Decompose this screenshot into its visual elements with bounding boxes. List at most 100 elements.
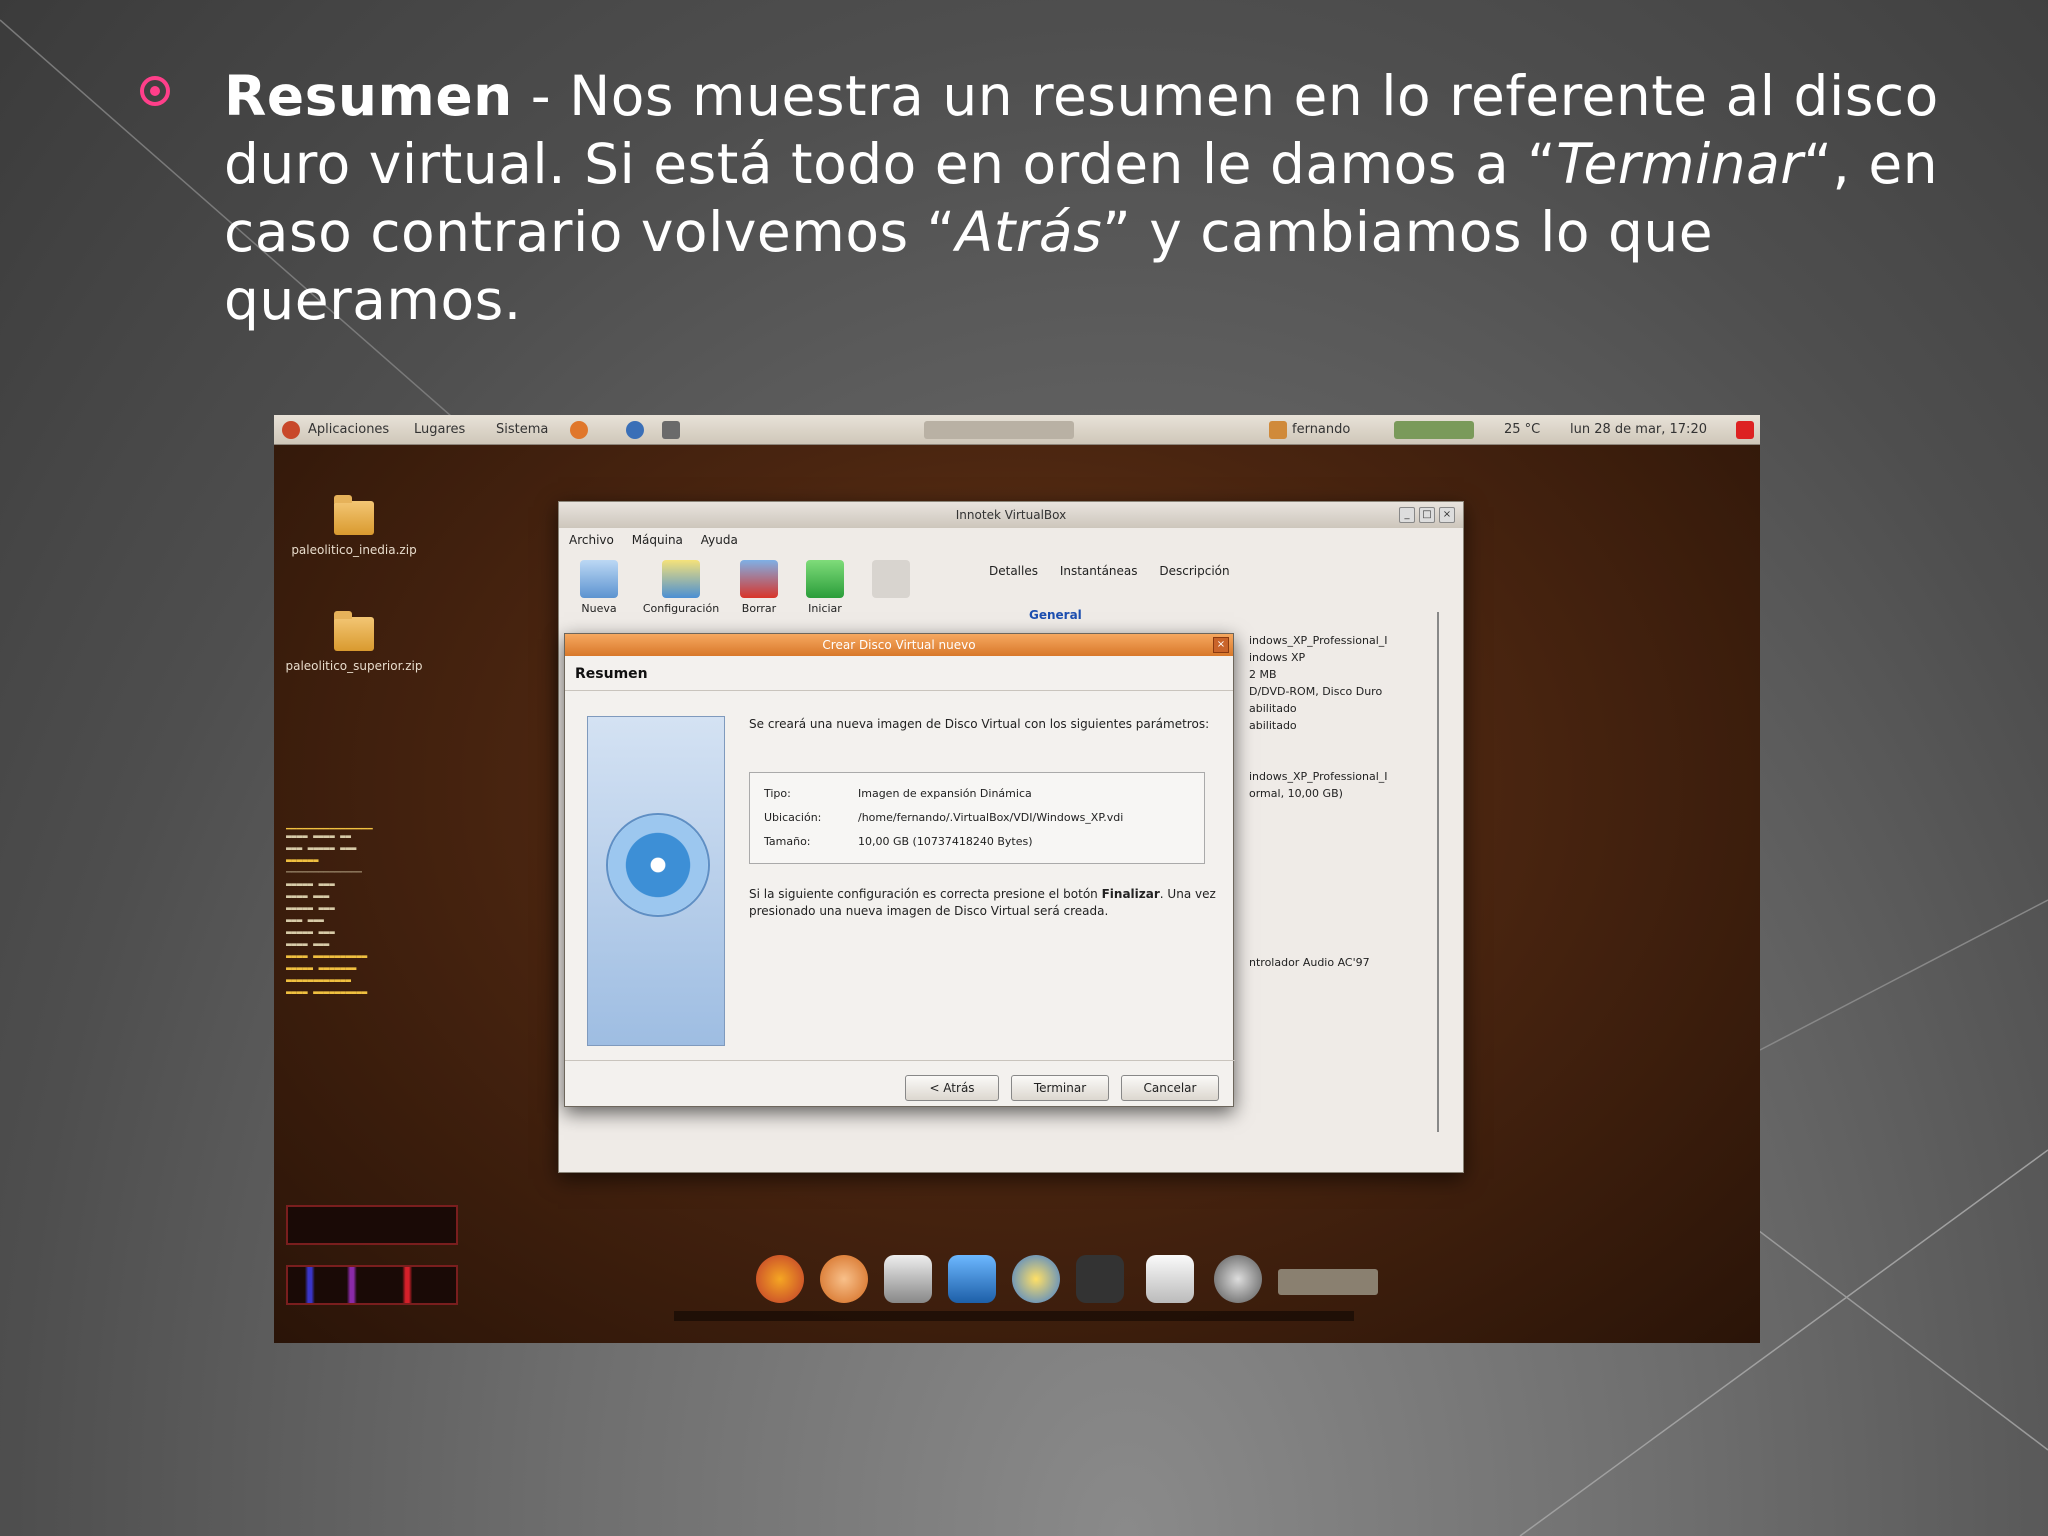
- conky-line: ▬▬▬▬ ▬▬▬: [286, 892, 330, 902]
- archive-icon: [334, 611, 374, 651]
- menu-archivo[interactable]: Archivo: [569, 533, 614, 547]
- conky-line: ▬▬▬ ▬▬▬▬▬ ▬▬▬: [286, 844, 357, 854]
- network-graph: [286, 1265, 458, 1305]
- archive-icon: [334, 495, 374, 535]
- conky-line: ▬▬▬▬ ▬▬▬▬▬▬▬▬▬▬: [286, 988, 368, 998]
- summary-label-tipo: Tipo:: [764, 787, 791, 800]
- dock-shelf: [674, 1311, 1354, 1321]
- panel-menu-lugares[interactable]: Lugares: [414, 422, 465, 437]
- menu-ayuda[interactable]: Ayuda: [701, 533, 738, 547]
- desktop-icon-zip-1[interactable]: paleolitico_inedia.zip: [284, 495, 424, 557]
- virtualbox-icon[interactable]: [948, 1255, 996, 1303]
- taskbar-thumbnail[interactable]: [1278, 1269, 1378, 1295]
- conky-line: ▬▬▬▬ ▬▬▬: [286, 940, 330, 950]
- conky-line: ▬▬▬▬ ▬▬▬▬▬▬▬▬▬▬: [286, 952, 368, 962]
- toolbar-borrar-button[interactable]: Borrar: [729, 560, 789, 615]
- detail-row: 2 MB: [1249, 668, 1277, 681]
- wizard-intro: Se creará una nueva imagen de Disco Virt…: [749, 717, 1210, 731]
- terminal-launcher-icon[interactable]: [662, 421, 680, 439]
- summary-value-tipo: Imagen de expansión Dinámica: [858, 787, 1032, 800]
- tray-icons[interactable]: [1394, 421, 1474, 439]
- tab-instantaneas[interactable]: Instantáneas: [1060, 564, 1138, 578]
- files-icon[interactable]: [884, 1255, 932, 1303]
- window-list[interactable]: [924, 421, 1074, 439]
- top-panel: Aplicaciones Lugares Sistema fernando 25…: [274, 415, 1760, 445]
- close-icon[interactable]: ×: [1439, 507, 1455, 523]
- virtualbox-titlebar[interactable]: Innotek VirtualBox _ □ ×: [559, 502, 1463, 528]
- conky-line: ▬▬▬▬▬▬▬▬▬▬▬▬: [286, 976, 352, 986]
- firefox-launcher-icon[interactable]: [570, 421, 588, 439]
- detail-row: abilitado: [1249, 702, 1297, 715]
- detail-row: ormal, 10,00 GB): [1249, 787, 1343, 800]
- wizard-heading: Resumen: [565, 656, 1233, 691]
- desktop-icon-label: paleolitico_superior.zip: [285, 659, 423, 673]
- menu-maquina[interactable]: Máquina: [632, 533, 683, 547]
- toolbar-iniciar-button[interactable]: Iniciar: [795, 560, 855, 615]
- hard-disk-icon: [606, 813, 710, 917]
- conky-monitor: ▁▁▁▁▁▁▁▁▁▁▁▁▁▁▁▁ ▬▬▬▬ ▬▬▬▬ ▬▬ ▬▬▬ ▬▬▬▬▬ …: [286, 820, 486, 1000]
- detail-row: ntrolador Audio AC'97: [1249, 956, 1370, 969]
- settings-icon: [662, 560, 700, 598]
- bullet-icon: [140, 76, 170, 106]
- help-launcher-icon[interactable]: [626, 421, 644, 439]
- detail-row: abilitado: [1249, 719, 1297, 732]
- summary-box: Tipo: Imagen de expansión Dinámica Ubica…: [749, 772, 1205, 864]
- camera-icon[interactable]: [1076, 1255, 1124, 1303]
- conky-line: ▁▁▁▁▁▁▁▁▁▁▁▁▁▁▁▁: [286, 820, 373, 830]
- toolbar-label: Borrar: [741, 602, 777, 615]
- detail-row: indows_XP_Professional_I: [1249, 634, 1388, 647]
- finish-button[interactable]: Terminar: [1011, 1075, 1109, 1101]
- toolbar-discard-button[interactable]: [861, 560, 921, 602]
- conky-line: ▬▬▬▬▬▬: [286, 856, 319, 866]
- tab-descripcion[interactable]: Descripción: [1159, 564, 1229, 578]
- slide-body-text: Resumen - Nos muestra un resumen en lo r…: [224, 62, 1984, 334]
- panel-menu-aplicaciones[interactable]: Aplicaciones: [308, 422, 389, 437]
- power-icon[interactable]: [1736, 421, 1754, 439]
- trash-icon[interactable]: [1214, 1255, 1262, 1303]
- toolbar-nueva-button[interactable]: Nueva: [569, 560, 629, 615]
- detail-row: indows_XP_Professional_I: [1249, 770, 1388, 783]
- create-disk-wizard: Crear Disco Virtual nuevo × Resumen Se c…: [564, 633, 1235, 1107]
- toolbar-label: Iniciar: [808, 602, 842, 615]
- panel-temperature: 25 °C: [1504, 422, 1541, 437]
- desktop-icon-label: paleolitico_inedia.zip: [291, 543, 417, 557]
- detail-row: D/DVD-ROM, Disco Duro: [1249, 685, 1383, 698]
- messenger-icon[interactable]: [1012, 1255, 1060, 1303]
- wizard-side-image: [587, 716, 725, 1046]
- maximize-icon[interactable]: □: [1419, 507, 1435, 523]
- embedded-screenshot: Aplicaciones Lugares Sistema fernando 25…: [274, 415, 1760, 1343]
- ubuntu-logo-icon: [282, 421, 300, 439]
- desktop-icon-zip-2[interactable]: paleolitico_superior.zip: [284, 611, 424, 673]
- toolbar-label: Nueva: [581, 602, 617, 615]
- discard-icon: [872, 560, 910, 598]
- cancel-button[interactable]: Cancelar: [1121, 1075, 1219, 1101]
- wizard-titlebar[interactable]: Crear Disco Virtual nuevo ×: [565, 634, 1233, 656]
- virtualbox-title: Innotek VirtualBox: [955, 508, 1067, 522]
- summary-label-tamano: Tamaño:: [764, 835, 811, 848]
- shell-icon[interactable]: [820, 1255, 868, 1303]
- toolbar-label: Configuración: [642, 602, 720, 615]
- back-button[interactable]: < Atrás: [905, 1075, 999, 1101]
- section-general[interactable]: General: [1029, 608, 1082, 622]
- panel-clock[interactable]: lun 28 de mar, 17:20: [1570, 422, 1707, 437]
- virtualbox-menubar: Archivo Máquina Ayuda: [559, 528, 1463, 552]
- toolbar-configuracion-button[interactable]: Configuración: [639, 560, 723, 615]
- conky-line: ▬▬▬ ▬▬▬: [286, 916, 324, 926]
- minimize-icon[interactable]: _: [1399, 507, 1415, 523]
- term-terminar: Terminar: [1556, 132, 1804, 196]
- panel-menu-sistema[interactable]: Sistema: [496, 422, 548, 437]
- note-bold: Finalizar: [1101, 887, 1160, 901]
- details-tabs: Detalles Instantáneas Descripción: [989, 564, 1248, 578]
- summary-value-ubicacion: /home/fernando/.VirtualBox/VDI/Windows_X…: [858, 811, 1124, 824]
- close-icon[interactable]: ×: [1213, 637, 1229, 653]
- details-scrollbar[interactable]: [1437, 612, 1451, 1132]
- conky-line: ▬▬▬▬▬ ▬▬▬: [286, 904, 335, 914]
- details-panel: indows_XP_Professional_I indows XP 2 MB …: [1249, 632, 1429, 971]
- panel-user[interactable]: fernando: [1292, 422, 1350, 437]
- tab-detalles[interactable]: Detalles: [989, 564, 1038, 578]
- term-resumen: Resumen: [224, 64, 513, 128]
- disk-icon[interactable]: [1146, 1255, 1194, 1303]
- conky-line: ▬▬▬▬▬ ▬▬▬: [286, 880, 335, 890]
- cpu-graph: [286, 1205, 458, 1245]
- firefox-icon[interactable]: [756, 1255, 804, 1303]
